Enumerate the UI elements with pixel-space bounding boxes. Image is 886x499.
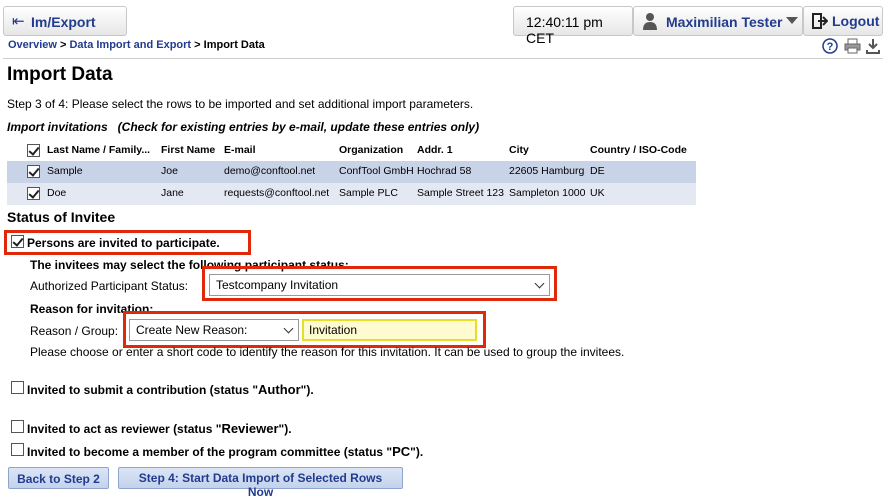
- chevron-down-icon: [534, 278, 545, 289]
- breadcrumb: Overview > Data Import and Export > Impo…: [8, 39, 265, 51]
- download-icon[interactable]: [866, 38, 880, 54]
- back-arrow-icon: ⇤: [12, 13, 25, 30]
- back-button[interactable]: Back to Step 2: [8, 467, 109, 489]
- table-cell: demo@conftool.net: [224, 165, 316, 177]
- time-text: 12:40:11 pm CET: [526, 14, 603, 46]
- pc-status: PC: [392, 444, 411, 459]
- svg-text:?: ?: [827, 41, 834, 53]
- column-header: Organization: [339, 144, 404, 156]
- breadcrumb-current: Import Data: [203, 39, 265, 51]
- logout-button[interactable]: Logout: [803, 6, 883, 36]
- logout-icon: [812, 13, 828, 29]
- pc-label: Invited to become a member of the progra…: [27, 444, 423, 459]
- column-header: Last Name / Family...: [47, 144, 151, 156]
- chevron-down-icon: [786, 17, 798, 24]
- author-label-suffix: ").: [300, 383, 314, 397]
- column-header: Addr. 1: [417, 144, 453, 156]
- table-row: Doe Jane requests@conftool.net Sample PL…: [7, 183, 696, 205]
- table-cell: Sample PLC: [339, 187, 398, 199]
- top-bar: ⇤ Im/Export 12:40:11 pm CET Maximilian T…: [0, 6, 886, 46]
- table-cell: Hochrad 58: [417, 165, 472, 177]
- reason-input[interactable]: [302, 319, 477, 341]
- breadcrumb-divider: [3, 58, 883, 59]
- reason-help-text: Please choose or enter a short code to i…: [30, 345, 625, 359]
- table-cell: UK: [590, 187, 605, 199]
- table-cell: Joe: [161, 165, 178, 177]
- user-icon: [643, 13, 657, 30]
- breadcrumb-separator: >: [56, 39, 70, 51]
- table-row: Sample Joe demo@conftool.net ConfTool Gm…: [7, 161, 696, 183]
- table-cell: requests@conftool.net: [224, 187, 330, 199]
- author-status: Author: [258, 382, 301, 397]
- reason-select-value: Create New Reason:: [136, 323, 248, 337]
- column-header: Country / ISO-Code: [590, 144, 687, 156]
- column-header: First Name: [161, 144, 216, 156]
- author-checkbox[interactable]: [11, 381, 24, 394]
- user-name: Maximilian Tester: [666, 14, 783, 30]
- logout-label: Logout: [832, 13, 880, 29]
- nav-label: Im/Export: [31, 14, 96, 30]
- row-checkbox[interactable]: [27, 187, 40, 200]
- table-cell: Jane: [161, 187, 184, 199]
- reason-select[interactable]: Create New Reason:: [129, 319, 299, 341]
- import-table: Last Name / Family... First Name E-mail …: [7, 141, 696, 205]
- table-cell: Sample Street 123: [417, 187, 504, 199]
- authorized-status-label: Authorized Participant Status:: [30, 279, 189, 293]
- breadcrumb-data-import-export[interactable]: Data Import and Export: [69, 39, 191, 51]
- table-cell: Sample: [47, 165, 83, 177]
- table-cell: DE: [590, 165, 605, 177]
- help-icon[interactable]: ?: [822, 38, 838, 54]
- column-header: City: [509, 144, 529, 156]
- chevron-down-icon: [283, 323, 294, 334]
- table-cell: ConfTool GmbH: [339, 165, 414, 177]
- participate-checkbox[interactable]: [11, 235, 24, 248]
- reviewer-status: Reviewer: [221, 421, 279, 436]
- user-menu[interactable]: Maximilian Tester: [633, 6, 803, 36]
- author-label-prefix: Invited to submit a contribution (status…: [27, 383, 259, 397]
- step-instructions: Step 3 of 4: Please select the rows to b…: [7, 97, 474, 111]
- reason-group-label: Reason / Group:: [30, 324, 119, 338]
- column-header: E-mail: [224, 144, 256, 156]
- table-cell: Doe: [47, 187, 67, 199]
- author-label: Invited to submit a contribution (status…: [27, 382, 314, 397]
- table-cell: Sampleton 1000: [509, 187, 586, 199]
- select-all-checkbox[interactable]: [27, 144, 40, 157]
- im-export-nav-button[interactable]: ⇤ Im/Export: [3, 6, 127, 36]
- table-header: Last Name / Family... First Name E-mail …: [7, 141, 696, 161]
- authorized-status-select[interactable]: Testcompany Invitation: [209, 274, 550, 296]
- authorized-status-value: Testcompany Invitation: [216, 278, 339, 292]
- page-title: Import Data: [7, 64, 113, 85]
- breadcrumb-separator: >: [191, 39, 204, 51]
- participate-label: Persons are invited to participate.: [27, 236, 220, 250]
- reviewer-label-prefix: Invited to act as reviewer (status ": [27, 422, 222, 436]
- pc-label-suffix: ").: [410, 445, 424, 459]
- print-icon[interactable]: [844, 38, 861, 54]
- status-title: Status of Invitee: [7, 209, 116, 225]
- row-checkbox[interactable]: [27, 165, 40, 178]
- import-section-title: Import invitations (Check for existing e…: [7, 120, 480, 134]
- reviewer-label-suffix: ").: [278, 422, 292, 436]
- reviewer-checkbox[interactable]: [11, 420, 24, 433]
- breadcrumb-overview[interactable]: Overview: [8, 39, 57, 51]
- pc-label-prefix: Invited to become a member of the progra…: [27, 445, 393, 459]
- table-cell: 22605 Hamburg: [509, 165, 585, 177]
- pc-checkbox[interactable]: [11, 443, 24, 456]
- reviewer-label: Invited to act as reviewer (status "Revi…: [27, 421, 292, 436]
- start-import-button[interactable]: Step 4: Start Data Import of Selected Ro…: [118, 467, 403, 499]
- clock: 12:40:11 pm CET: [513, 6, 633, 46]
